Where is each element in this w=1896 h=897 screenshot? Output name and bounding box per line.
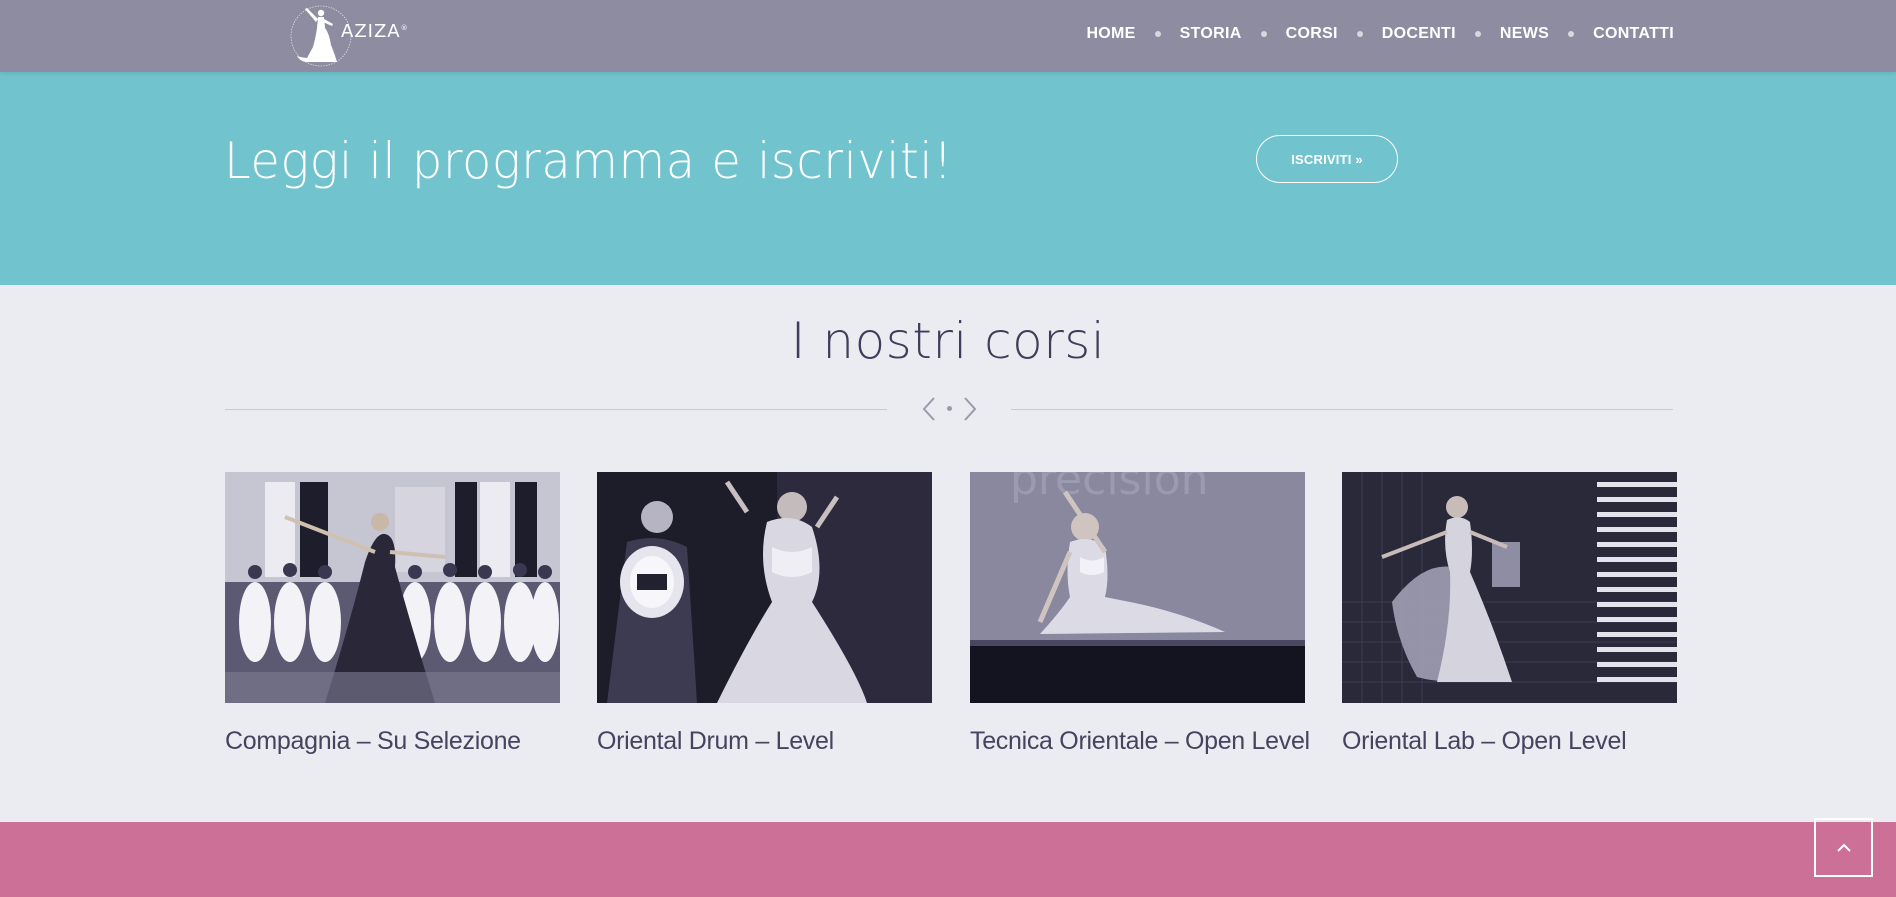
course-title[interactable]: Oriental Drum – Level [597, 727, 932, 756]
main-nav: HOME STORIA CORSI DOCENTI NEWS CONTATTI [1086, 0, 1674, 68]
chevron-left-icon[interactable] [918, 394, 942, 424]
drummer-and-dancer-photo[interactable] [597, 472, 932, 703]
course-title[interactable]: Tecnica Orientale – Open Level [970, 727, 1310, 756]
nav-separator-dot [1474, 31, 1481, 37]
logo[interactable]: AZIZA® [285, 0, 409, 72]
svg-text:precision: precision [1010, 472, 1209, 505]
footer-strip [0, 822, 1896, 897]
nav-separator-dot [1568, 31, 1575, 37]
nav-separator-dot [1154, 31, 1161, 37]
course-card-oriental-lab[interactable]: Oriental Lab – Open Level [1342, 472, 1677, 756]
dancer-with-veil-photo[interactable] [1342, 472, 1677, 703]
carousel-dot [947, 406, 952, 411]
course-card-oriental-drum[interactable]: Oriental Drum – Level [597, 472, 932, 756]
divider-line-left [225, 409, 887, 410]
divider-line-right [1011, 409, 1673, 410]
dancer-on-stage-photo[interactable]: precision [970, 472, 1305, 703]
logo-dancer-emblem [285, 0, 355, 72]
nav-separator-dot [1260, 31, 1267, 37]
course-title[interactable]: Oriental Lab – Open Level [1342, 727, 1677, 756]
back-to-top-button[interactable] [1814, 818, 1873, 877]
nav-home[interactable]: HOME [1086, 25, 1135, 43]
dance-company-photo[interactable] [225, 472, 560, 703]
nav-storia[interactable]: STORIA [1180, 25, 1242, 43]
nav-docenti[interactable]: DOCENTI [1382, 25, 1456, 43]
course-card-compagnia[interactable]: Compagnia – Su Selezione [225, 472, 560, 756]
chevron-right-icon[interactable] [957, 394, 981, 424]
signup-banner: Leggi il programma e iscriviti! ISCRIVIT… [0, 72, 1896, 285]
site-header: AZIZA® HOME STORIA CORSI DOCENTI NEWS CO… [0, 0, 1896, 72]
nav-news[interactable]: NEWS [1500, 25, 1549, 43]
nav-separator-dot [1356, 31, 1363, 37]
chevron-up-icon [1836, 843, 1851, 852]
courses-section-title: I nostri corsi [790, 312, 1106, 370]
nav-corsi[interactable]: CORSI [1286, 25, 1338, 43]
banner-title: Leggi il programma e iscriviti! [224, 132, 953, 190]
iscriviti-button[interactable]: ISCRIVITI » [1256, 135, 1398, 183]
nav-contatti[interactable]: CONTATTI [1593, 25, 1674, 43]
course-card-tecnica-orientale[interactable]: precision Tecnica Orientale – Open Level [970, 472, 1310, 756]
course-title[interactable]: Compagnia – Su Selezione [225, 727, 560, 756]
